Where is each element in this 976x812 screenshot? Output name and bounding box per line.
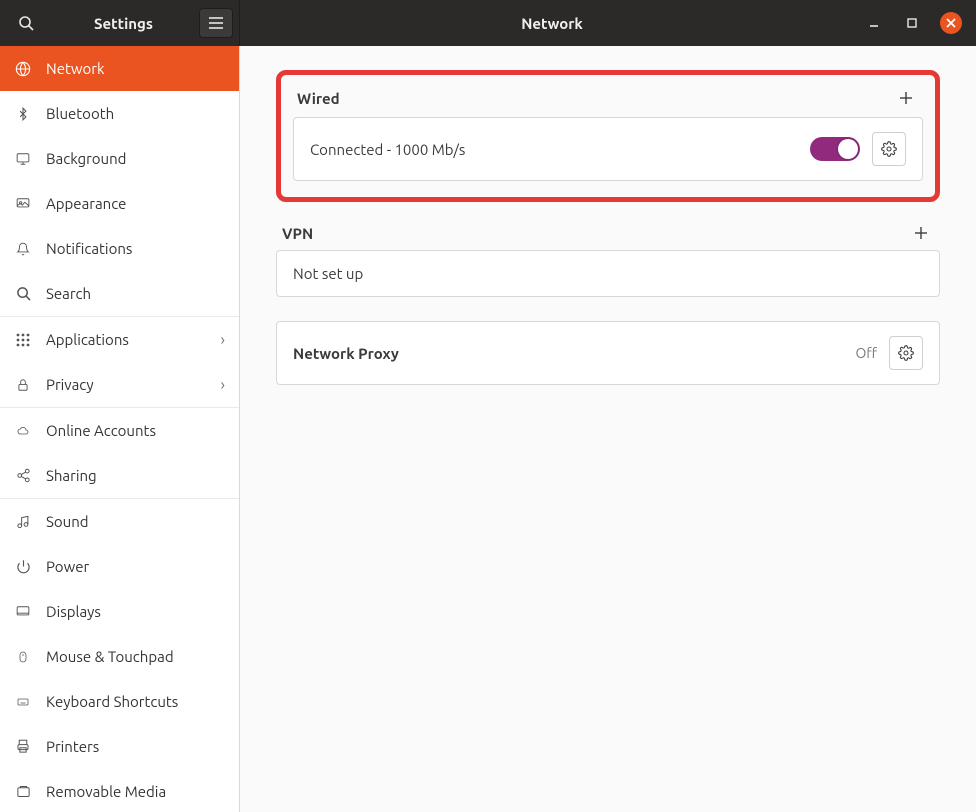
wired-status-label: Connected - 1000 Mb/s xyxy=(310,141,465,158)
sidebar-item-background[interactable]: Background xyxy=(0,136,239,181)
sidebar-item-sharing[interactable]: Sharing xyxy=(0,453,239,498)
proxy-section: Network Proxy Off xyxy=(276,321,940,385)
close-button[interactable] xyxy=(940,12,962,34)
maximize-icon xyxy=(907,18,917,28)
toggle-knob xyxy=(838,139,858,159)
sidebar-item-applications[interactable]: Applications › xyxy=(0,317,239,362)
bell-icon xyxy=(14,241,32,257)
sound-icon xyxy=(14,514,32,530)
grid-icon xyxy=(14,333,32,347)
add-vpn-button[interactable] xyxy=(908,224,934,242)
sidebar-item-sound[interactable]: Sound xyxy=(0,499,239,544)
proxy-state-label: Off xyxy=(855,345,877,361)
sidebar-item-label: Notifications xyxy=(46,240,132,257)
keyboard-icon xyxy=(14,696,32,708)
sidebar-item-power[interactable]: Power xyxy=(0,544,239,589)
vpn-heading-row: VPN xyxy=(276,216,940,250)
chevron-right-icon: › xyxy=(221,376,226,394)
sidebar-item-bluetooth[interactable]: Bluetooth xyxy=(0,91,239,136)
sidebar-item-label: Printers xyxy=(46,738,99,755)
sidebar-item-label: Sound xyxy=(46,513,89,530)
search-icon xyxy=(18,15,34,31)
media-icon xyxy=(14,784,32,799)
sidebar-item-appearance[interactable]: Appearance xyxy=(0,181,239,226)
monitor-icon xyxy=(14,152,32,166)
sidebar-item-search[interactable]: Search xyxy=(0,271,239,316)
sidebar-item-displays[interactable]: Displays xyxy=(0,589,239,634)
sidebar-item-online-accounts[interactable]: Online Accounts xyxy=(0,408,239,453)
sidebar-item-keyboard-shortcuts[interactable]: Keyboard Shortcuts xyxy=(0,679,239,724)
sidebar-item-privacy[interactable]: Privacy › xyxy=(0,362,239,407)
menu-button[interactable] xyxy=(199,8,233,38)
vpn-heading: VPN xyxy=(282,225,313,242)
sidebar-item-label: Privacy xyxy=(46,376,94,393)
cloud-icon xyxy=(14,425,32,437)
sidebar-item-label: Network xyxy=(46,60,105,77)
proxy-row[interactable]: Network Proxy Off xyxy=(276,321,940,385)
sidebar-item-label: Applications xyxy=(46,331,129,348)
search-button[interactable] xyxy=(4,5,48,41)
sidebar-item-label: Keyboard Shortcuts xyxy=(46,693,178,710)
wired-section-highlight: Wired Connected - 1000 Mb/s xyxy=(276,70,940,202)
chevron-right-icon: › xyxy=(221,331,226,349)
proxy-label: Network Proxy xyxy=(293,345,399,362)
wired-toggle[interactable] xyxy=(810,137,860,161)
gear-icon xyxy=(898,345,914,361)
sidebar-item-label: Sharing xyxy=(46,467,97,484)
gear-icon xyxy=(881,141,897,157)
close-icon xyxy=(946,18,956,28)
wired-settings-button[interactable] xyxy=(872,132,906,166)
wired-heading-row: Wired xyxy=(293,85,923,117)
sidebar-item-label: Appearance xyxy=(46,195,126,212)
power-icon xyxy=(14,559,32,574)
app-title: Settings xyxy=(48,15,199,32)
mouse-icon xyxy=(14,649,32,665)
proxy-settings-button[interactable] xyxy=(889,336,923,370)
appearance-icon xyxy=(14,197,32,211)
page-title: Network xyxy=(240,15,864,32)
sidebar-item-label: Online Accounts xyxy=(46,422,156,439)
titlebar: Settings Network xyxy=(0,0,976,46)
hamburger-icon xyxy=(209,17,223,29)
sidebar-item-label: Mouse & Touchpad xyxy=(46,648,174,665)
plus-icon xyxy=(914,226,928,240)
main-content: Wired Connected - 1000 Mb/s xyxy=(240,46,976,812)
sidebar-item-printers[interactable]: Printers xyxy=(0,724,239,769)
displays-icon xyxy=(14,605,32,619)
bluetooth-icon xyxy=(14,106,32,122)
sidebar-item-label: Displays xyxy=(46,603,101,620)
sidebar-item-label: Background xyxy=(46,150,126,167)
sidebar-item-network[interactable]: Network xyxy=(0,46,239,91)
share-icon xyxy=(14,468,32,483)
plus-icon xyxy=(899,91,913,105)
vpn-status-label: Not set up xyxy=(293,265,363,282)
vpn-section: VPN Not set up xyxy=(276,216,940,297)
sidebar-item-label: Bluetooth xyxy=(46,105,114,122)
sidebar-item-label: Search xyxy=(46,285,91,302)
window-controls xyxy=(864,12,976,34)
vpn-row: Not set up xyxy=(276,250,940,297)
sidebar-item-mouse-touchpad[interactable]: Mouse & Touchpad xyxy=(0,634,239,679)
wired-connection-row: Connected - 1000 Mb/s xyxy=(293,117,923,181)
wired-heading: Wired xyxy=(297,90,340,107)
globe-icon xyxy=(14,61,32,77)
sidebar-item-label: Power xyxy=(46,558,89,575)
titlebar-left: Settings xyxy=(0,0,240,46)
add-wired-button[interactable] xyxy=(893,89,919,107)
sidebar-item-label: Removable Media xyxy=(46,783,166,800)
sidebar-item-removable-media[interactable]: Removable Media xyxy=(0,769,239,812)
search-icon xyxy=(14,286,32,301)
sidebar-item-notifications[interactable]: Notifications xyxy=(0,226,239,271)
minimize-button[interactable] xyxy=(864,13,884,33)
maximize-button[interactable] xyxy=(902,13,922,33)
minimize-icon xyxy=(869,18,879,28)
sidebar: Network Bluetooth Background Appearance Noti… xyxy=(0,46,240,812)
printer-icon xyxy=(14,739,32,754)
lock-icon xyxy=(14,377,32,393)
